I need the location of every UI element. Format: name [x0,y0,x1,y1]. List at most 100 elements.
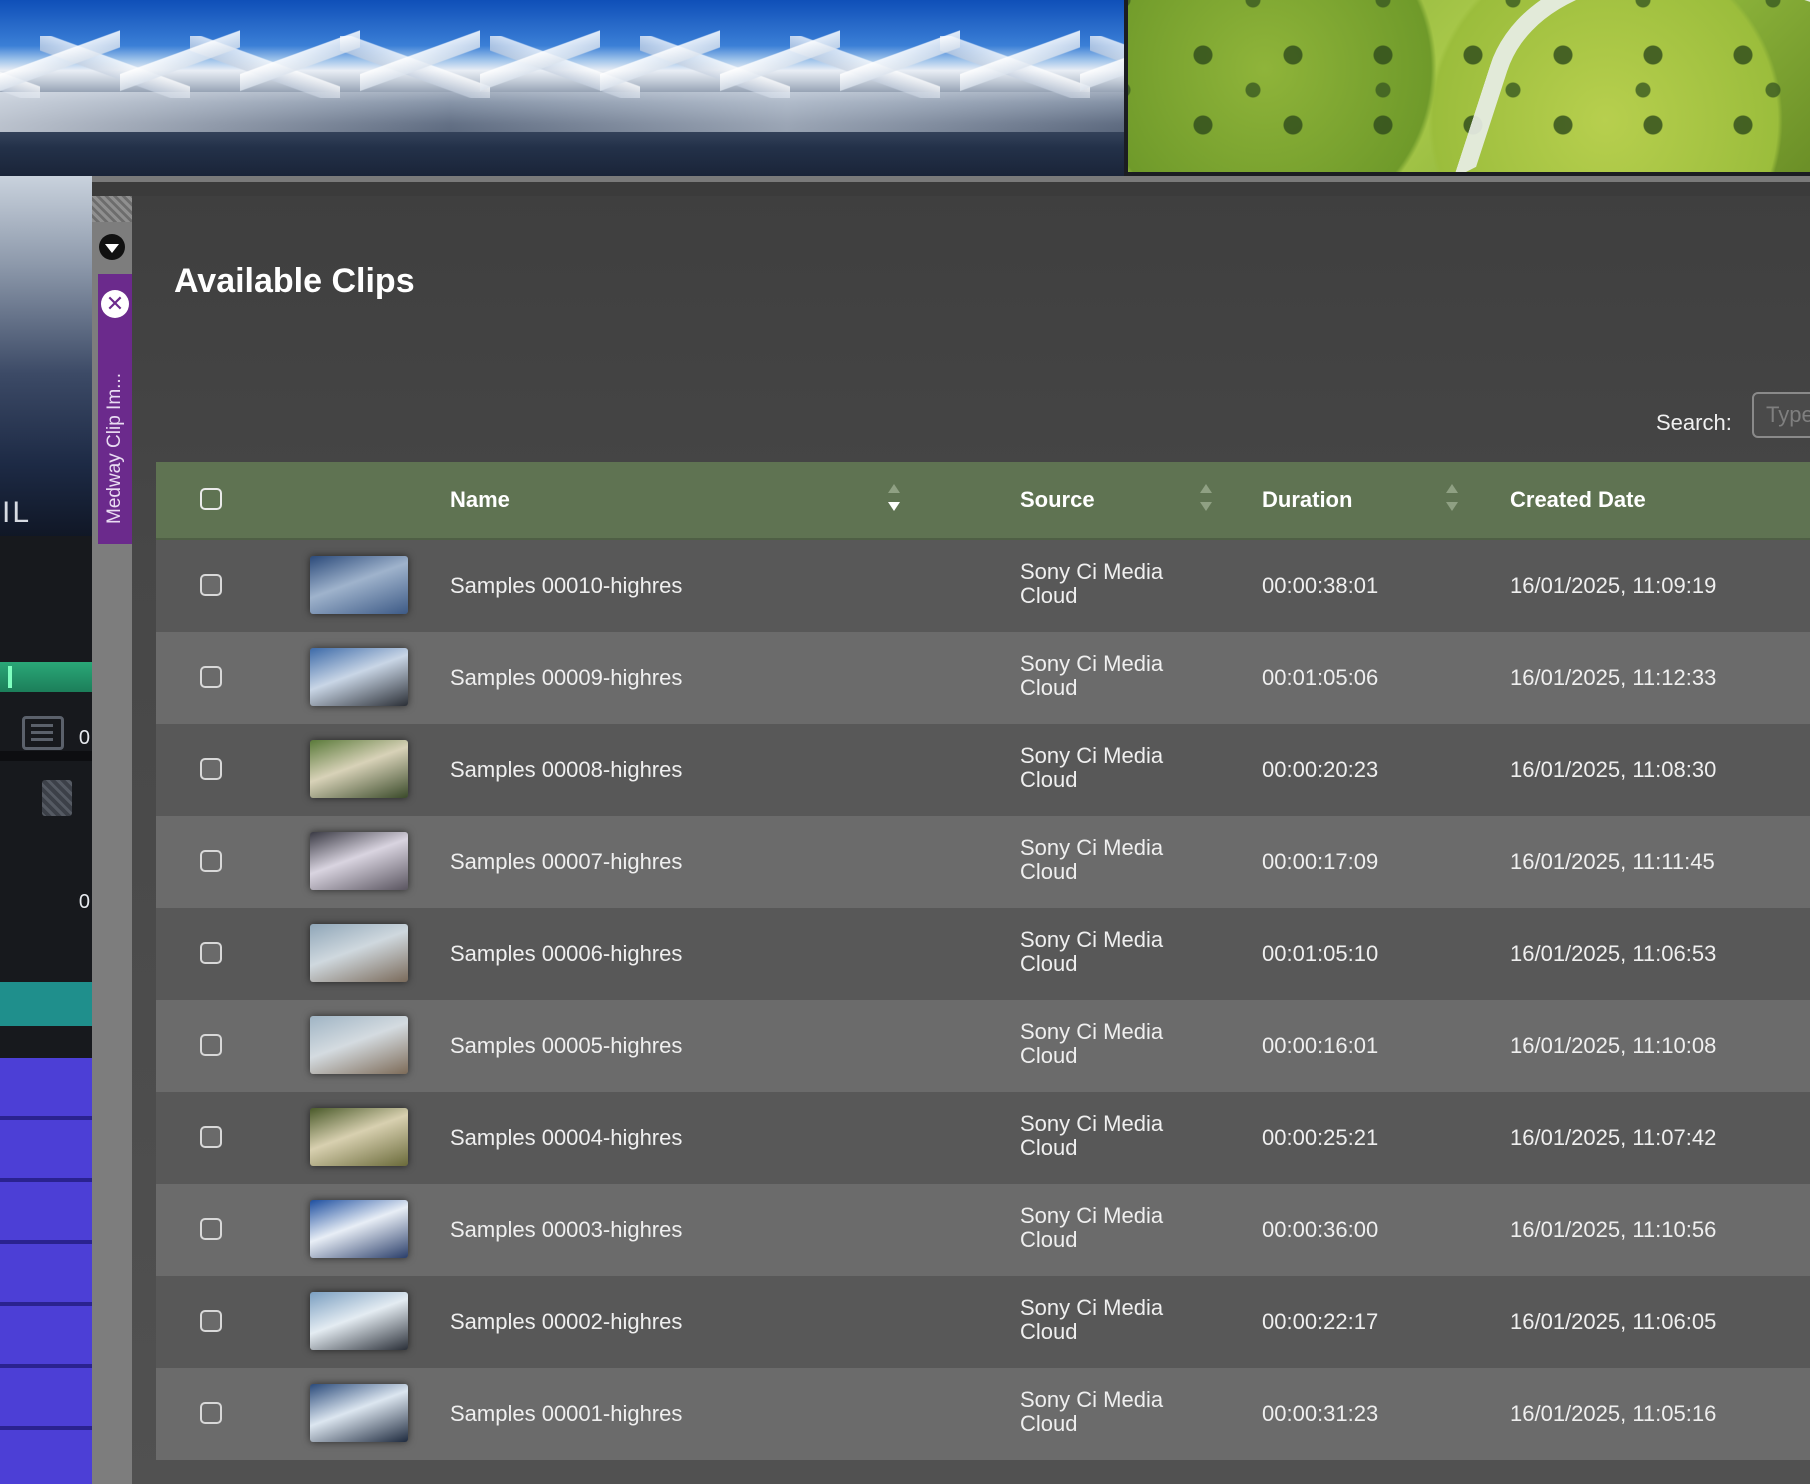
clip-created-date: 16/01/2025, 11:06:05 [1510,1309,1717,1334]
clip-source: Sony Ci Media Cloud [1020,559,1164,608]
clip-importer-dialog: ✕ Medway Clip Im... Available Clips Sear… [92,176,1810,1484]
row-checkbox[interactable] [200,850,222,872]
clip-created-date: 16/01/2025, 11:06:53 [1510,941,1717,966]
snow-peaks [0,28,1124,98]
clip-name: Samples 00008-highres [450,757,683,782]
clip-source: Sony Ci Media Cloud [1020,651,1164,700]
clip-thumbnail [310,1384,408,1442]
clip-name: Samples 00005-highres [450,1033,683,1058]
grip-icon[interactable] [42,780,72,816]
row-checkbox[interactable] [200,758,222,780]
clip-source: Sony Ci Media Cloud [1020,1203,1164,1252]
table-row[interactable]: Samples 00002-highres Sony Ci Media Cloud… [156,1276,1810,1368]
clip-duration: 00:01:05:10 [1262,941,1379,966]
clip-created-date: 16/01/2025, 11:12:33 [1510,665,1717,690]
clip-source: Sony Ci Media Cloud [1020,927,1164,976]
clip-created-date: 16/01/2025, 11:11:45 [1510,849,1715,874]
clip-thumbnail [310,832,408,890]
clip-duration: 00:00:31:23 [1262,1401,1379,1426]
table-row[interactable]: Samples 00003-highres Sony Ci Media Cloud… [156,1184,1810,1276]
table-row[interactable]: Samples 00008-highres Sony Ci Media Cloud… [156,724,1810,816]
clip-name: Samples 00003-highres [450,1217,683,1242]
timeline-tracks-blue[interactable] [0,1058,92,1484]
clip-source: Sony Ci Media Cloud [1020,835,1164,884]
table-header: Name Source Duration Created Date [156,462,1810,540]
row-checkbox[interactable] [200,1034,222,1056]
clip-thumbnail [310,1292,408,1350]
clip-created-date: 16/01/2025, 11:09:19 [1510,573,1717,598]
clip-source: Sony Ci Media Cloud [1020,1295,1164,1344]
row-checkbox[interactable] [200,1218,222,1240]
clip-duration: 00:01:05:06 [1262,665,1379,690]
list-icon[interactable] [22,716,64,750]
clip-source: Sony Ci Media Cloud [1020,1019,1164,1068]
audio-meter-track [0,662,92,692]
clip-source: Sony Ci Media Cloud [1020,743,1164,792]
table-row[interactable]: Samples 00004-highres Sony Ci Media Cloud… [156,1092,1810,1184]
page-title: Available Clips [174,262,415,300]
toolbar-divider [0,751,92,761]
clip-name: Samples 00002-highres [450,1309,683,1334]
side-tab-medway[interactable]: ✕ Medway Clip Im... [98,274,132,544]
viewer-label-fragment: IL [2,496,32,529]
clip-thumbnail [310,1016,408,1074]
clip-name: Samples 00001-highres [450,1401,683,1426]
editor-timeline-strip: IL 0 0 [0,176,92,1484]
clip-duration: 00:00:38:01 [1262,573,1379,598]
sort-arrows-icon[interactable] [1200,480,1214,520]
column-header-name[interactable]: Name [450,462,510,538]
search-input[interactable] [1752,392,1810,438]
available-clips-panel: Available Clips Search: Name Source Dura… [132,196,1810,1484]
select-all-checkbox[interactable] [200,488,222,510]
clip-created-date: 16/01/2025, 11:10:56 [1510,1217,1717,1242]
clip-created-date: 16/01/2025, 11:08:30 [1510,757,1717,782]
chevron-down-circle-icon[interactable] [99,234,125,260]
clip-source: Sony Ci Media Cloud [1020,1387,1164,1436]
clip-duration: 00:00:22:17 [1262,1309,1379,1334]
clip-created-date: 16/01/2025, 11:10:08 [1510,1033,1717,1058]
clip-duration: 00:00:17:09 [1262,849,1379,874]
row-checkbox[interactable] [200,1310,222,1332]
table-row[interactable]: Samples 00009-highres Sony Ci Media Cloud… [156,632,1810,724]
clip-duration: 00:00:20:23 [1262,757,1379,782]
clip-name: Samples 00010-highres [450,573,683,598]
row-checkbox[interactable] [200,666,222,688]
clip-name: Samples 00009-highres [450,665,683,690]
clip-thumbnail [310,924,408,982]
timeline-track-teal[interactable] [0,982,92,1026]
clip-source: Sony Ci Media Cloud [1020,1111,1164,1160]
column-header-duration[interactable]: Duration [1262,462,1352,538]
row-checkbox[interactable] [200,942,222,964]
viewer-preview [0,176,92,536]
preview-aerial-image [1128,0,1810,172]
clip-name: Samples 00004-highres [450,1125,683,1150]
side-rail: ✕ Medway Clip Im... [92,196,132,1484]
table-row[interactable]: Samples 00006-highres Sony Ci Media Cloud… [156,908,1810,1000]
sort-arrows-icon[interactable] [1446,480,1460,520]
row-checkbox[interactable] [200,1402,222,1424]
preview-mountains-image [0,0,1124,176]
row-checkbox[interactable] [200,1126,222,1148]
clip-thumbnail [310,648,408,706]
side-tab-label: Medway Clip Im... [104,373,125,524]
row-checkbox[interactable] [200,574,222,596]
column-header-source[interactable]: Source [1020,462,1095,538]
clip-thumbnail [310,1200,408,1258]
timecode-value: 0 [78,891,90,913]
search-label: Search: [1656,410,1732,435]
meter-marker [8,666,12,688]
clip-created-date: 16/01/2025, 11:07:42 [1510,1125,1717,1150]
column-header-created[interactable]: Created Date [1510,462,1646,538]
clips-table: Name Source Duration Created Date Sample… [156,462,1810,1464]
table-row[interactable]: Samples 00005-highres Sony Ci Media Cloud… [156,1000,1810,1092]
sort-arrows-icon[interactable] [888,480,902,520]
cloud-mist [0,92,1124,132]
clip-duration: 00:00:16:01 [1262,1033,1379,1058]
table-row[interactable]: Samples 00010-highres Sony Ci Media Cloud… [156,540,1810,632]
drag-handle[interactable] [92,196,132,222]
clip-duration: 00:00:25:21 [1262,1125,1379,1150]
clip-thumbnail [310,1108,408,1166]
clip-thumbnail [310,740,408,798]
table-row[interactable]: Samples 00007-highres Sony Ci Media Cloud… [156,816,1810,908]
table-row[interactable]: Samples 00001-highres Sony Ci Media Cloud… [156,1368,1810,1460]
